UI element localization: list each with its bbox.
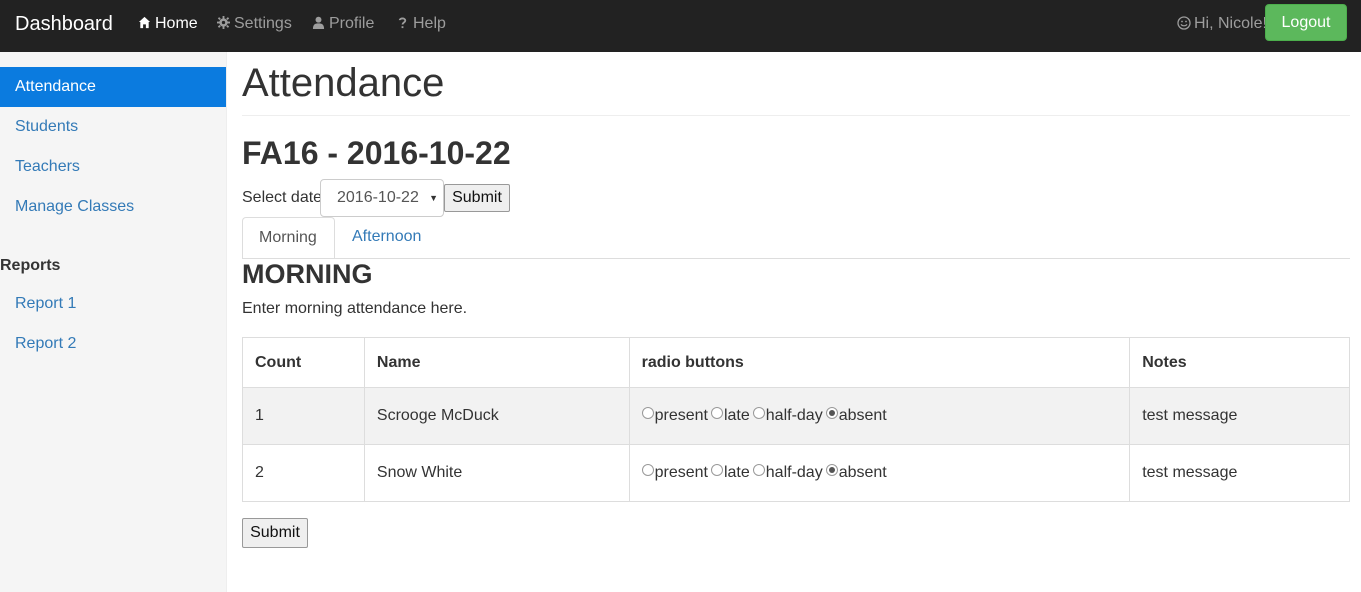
table-header-row: Count Name radio buttons Notes (242, 337, 1350, 388)
cell-name: Snow White (363, 444, 630, 502)
cell-count: 1 (242, 387, 365, 445)
radio-label-absent: absent (838, 407, 887, 424)
header-radio-buttons: radio buttons (628, 337, 1131, 388)
header-count: Count (242, 337, 365, 388)
term-date-title: FA16 - 2016-10-22 (242, 135, 511, 171)
radio-late[interactable] (710, 464, 723, 476)
user-icon (312, 16, 325, 29)
cell-notes: test message (1129, 387, 1350, 445)
nav-settings-label: Settings (234, 15, 292, 32)
date-select-value: 2016-10-22 (337, 189, 419, 206)
nav-settings[interactable]: Settings (217, 14, 292, 34)
sidebar: Attendance Students Teachers Manage Clas… (0, 52, 227, 592)
question-icon (398, 17, 407, 29)
radio-half-day[interactable] (752, 407, 765, 419)
sidebar-item-manage-classes[interactable]: Manage Classes (0, 187, 226, 227)
section-title: MORNING (242, 259, 373, 289)
top-navbar: Dashboard Home Settings Profile Help Hi,… (0, 0, 1361, 52)
gear-icon (217, 16, 230, 29)
radio-label-half-day: half-day (765, 464, 823, 481)
nav-profile[interactable]: Profile (312, 14, 374, 34)
sidebar-item-students[interactable]: Students (0, 107, 226, 147)
radio-label-late: late (723, 407, 750, 424)
attendance-submit-button[interactable]: Submit (242, 518, 308, 548)
radio-absent[interactable] (825, 464, 838, 476)
date-select[interactable]: 2016-10-22 ▼ (320, 179, 444, 217)
brand-link[interactable]: Dashboard (15, 12, 113, 36)
cell-radio-group: present late half-day absent (628, 444, 1131, 502)
chevron-down-icon: ▼ (429, 193, 438, 203)
tabs-divider (242, 258, 1350, 259)
sidebar-item-attendance[interactable]: Attendance (0, 67, 226, 107)
table-row: 2 Snow White present late half-day absent t… (242, 444, 1350, 502)
radio-present[interactable] (641, 407, 654, 419)
table-row: 1 Scrooge McDuck present late half-day abse… (242, 387, 1350, 445)
header-notes: Notes (1129, 337, 1350, 388)
greeting-text: Hi, Nicole! (1194, 15, 1267, 32)
home-icon (138, 16, 151, 29)
nav-profile-label: Profile (329, 15, 375, 32)
radio-present[interactable] (641, 464, 654, 476)
radio-label-late: late (723, 464, 750, 481)
radio-label-present: present (654, 464, 708, 481)
nav-home[interactable]: Home (138, 14, 198, 34)
smile-icon (1177, 16, 1191, 30)
nav-help-label: Help (413, 15, 446, 32)
nav-home-label: Home (155, 15, 198, 32)
radio-label-present: present (654, 407, 708, 424)
logout-button[interactable]: Logout (1265, 4, 1347, 41)
radio-late[interactable] (710, 407, 723, 419)
tab-morning[interactable]: Morning (242, 217, 335, 259)
user-greeting: Hi, Nicole! (1177, 14, 1267, 34)
radio-label-half-day: half-day (765, 407, 823, 424)
section-description: Enter morning attendance here. (242, 300, 468, 317)
sidebar-item-report-1[interactable]: Report 1 (0, 284, 226, 324)
sidebar-heading-reports: Reports (0, 257, 61, 274)
nav-help[interactable]: Help (396, 14, 446, 34)
radio-absent[interactable] (825, 407, 838, 419)
page-title: Attendance (242, 61, 445, 105)
cell-count: 2 (242, 444, 365, 502)
radio-label-absent: absent (838, 464, 887, 481)
cell-radio-group: present late half-day absent (628, 387, 1131, 445)
header-name: Name (363, 337, 630, 388)
select-date-label: Select date (242, 189, 323, 206)
date-submit-button[interactable]: Submit (444, 184, 510, 212)
tab-afternoon[interactable]: Afternoon (336, 217, 437, 259)
cell-name: Scrooge McDuck (363, 387, 630, 445)
title-divider (242, 115, 1350, 116)
sidebar-item-teachers[interactable]: Teachers (0, 147, 226, 187)
radio-half-day[interactable] (752, 464, 765, 476)
cell-notes: test message (1129, 444, 1350, 502)
sidebar-item-report-2[interactable]: Report 2 (0, 324, 226, 364)
attendance-table: Count Name radio buttons Notes 1 Scrooge… (242, 337, 1350, 502)
